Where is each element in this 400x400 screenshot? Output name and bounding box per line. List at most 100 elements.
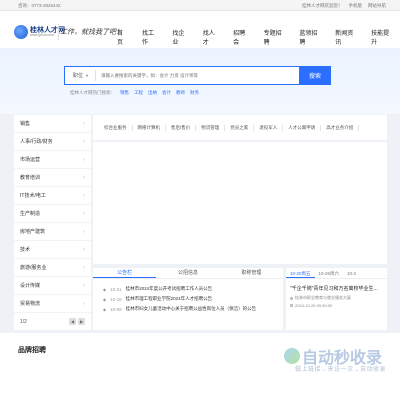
news-title[interactable]: 桂林市妇女儿童活动中心关于招聘公益性岗位人员（保洁）的公告 — [126, 306, 257, 312]
hot-link[interactable]: 出纳 — [148, 90, 157, 96]
chevron-right-icon: › — [83, 120, 85, 127]
chevron-right-icon: › — [83, 264, 85, 271]
category-sidebar: 销售 › 人事/行政/财务 › 市场运营 › 教育培训 › IT技术/电工 › 生产制造 ›… — [14, 115, 91, 330]
nav-item-news[interactable]: 新闻资讯 — [328, 23, 364, 51]
sidebar-item[interactable]: 生产制造 › — [14, 205, 91, 223]
news-panel: 公告栏 公招信息 职称管理 ◆ 10-21 桂林市2024年度公开考试招聘工作人… — [93, 268, 283, 330]
chevron-right-icon: › — [83, 210, 85, 217]
search-type-label: 职位 — [73, 73, 84, 79]
news-row[interactable]: ◆ 10-09 桂林市妇女儿童活动中心关于招聘公益性岗位人员（保洁）的公告 — [93, 304, 283, 314]
nav-item-bluecollar[interactable]: 蓝领招聘 — [292, 23, 328, 51]
mobile-link[interactable]: 手机版 — [349, 3, 363, 9]
tab-public-recruit[interactable]: 公招信息 — [156, 268, 219, 278]
nav-item-skills[interactable]: 技能提升 — [364, 23, 400, 51]
watermark-icon — [284, 348, 300, 364]
location-icon — [290, 296, 293, 300]
chevron-right-icon: › — [83, 282, 85, 289]
brand-title: 品牌招聘 — [18, 347, 46, 354]
category-link[interactable]: 退役军人 — [254, 124, 284, 131]
hot-link[interactable]: 销售 — [120, 90, 129, 96]
search-type-select[interactable]: 职位 ▼ — [65, 70, 96, 81]
sidebar-item[interactable]: 房地产建筑 › — [14, 223, 91, 241]
chevron-right-icon: › — [83, 156, 85, 163]
sidebar-item[interactable]: 旅游/服务业 › — [14, 259, 91, 277]
category-link[interactable]: 党员之家 — [225, 124, 255, 131]
chevron-right-icon: › — [83, 228, 85, 235]
logo-divider — [58, 24, 59, 40]
search-box: 职位 ▼ — [64, 66, 331, 85]
search-input[interactable] — [95, 67, 330, 84]
top-bar: 咨询：0773-2825442 桂林人才网欢迎您！ 手机版 网站导航 — [0, 0, 400, 11]
category-link[interactable]: 高才业务介绍 — [321, 124, 360, 131]
sidebar-item-label: 技术 — [20, 247, 31, 253]
category-link[interactable]: 网络计算机 — [133, 124, 166, 131]
category-link[interactable]: 物流管理 — [196, 124, 226, 131]
chevron-down-icon: ▼ — [85, 73, 89, 78]
news-date: 10-09 — [110, 306, 122, 312]
sidebar-item[interactable]: 技术 › — [14, 241, 91, 259]
hot-link[interactable]: 会计 — [162, 90, 171, 96]
chevron-right-icon[interactable]: ▶ — [78, 318, 85, 325]
chevron-right-icon: › — [83, 138, 85, 145]
nav-item-job-fair[interactable]: 招聘会 — [226, 23, 256, 51]
news-title[interactable]: 桂林市2024年度公开考试招聘工作人员公告 — [126, 286, 213, 292]
tab-date[interactable]: 10-20周五 — [286, 268, 315, 278]
clock-icon — [290, 304, 293, 307]
contact-phone: 咨询：0773-2825442 — [18, 3, 61, 8]
chevron-left-icon[interactable]: ◀ — [69, 318, 76, 325]
bullet-icon: ◆ — [103, 296, 107, 302]
hot-label: 桂林人才网热门搜索： — [70, 90, 115, 95]
main-nav: 首页 找工作 找企业 找人才 招聘会 专题招聘 蓝领招聘 新闻资讯 技能提升 — [110, 23, 400, 51]
category-link[interactable]: 综合业服务 — [99, 124, 133, 131]
logo-url: www.glrcw.com — [30, 33, 54, 37]
sidebar-item[interactable]: IT技术/电工 › — [14, 187, 91, 205]
nav-item-home[interactable]: 首页 — [110, 23, 135, 51]
search-button[interactable]: 搜索 — [299, 66, 331, 85]
sidebar-item[interactable]: 市场运营 › — [14, 151, 91, 169]
sidebar-item-label: 教育培训 — [20, 175, 41, 181]
hot-link[interactable]: 工程 — [134, 90, 143, 96]
banner-area[interactable] — [93, 142, 387, 264]
news-date: 10-21 — [110, 286, 122, 292]
bullet-icon: ◆ — [103, 306, 107, 312]
nav-item-find-talent[interactable]: 找人才 — [196, 23, 226, 51]
welcome-text: 桂林人才网欢迎您！ — [302, 3, 343, 8]
watermark-sub: 做上链接→来访一次→自动收录 — [295, 367, 387, 373]
sidebar-item[interactable]: 设计传媒 › — [14, 277, 91, 295]
news-row[interactable]: ◆ 10-21 桂林市2024年度公开考试招聘工作人员公告 — [93, 284, 283, 294]
tab-announcements[interactable]: 公告栏 — [93, 268, 157, 278]
sidebar-item-label: 市场运营 — [20, 157, 41, 163]
job-fair-title[interactable]: "千企千岗"青年见习和万名离校毕业生... — [286, 279, 387, 294]
sidebar-item-label: 旅游/服务业 — [20, 265, 47, 271]
job-fair-time: 2024-10-25 09:30:00 — [286, 302, 387, 309]
nav-item-find-company[interactable]: 找企业 — [165, 23, 195, 51]
news-title[interactable]: 桂林市理工程职业学院2024年人才招聘公告 — [126, 296, 213, 302]
news-row[interactable]: ◆ 10-18 桂林市理工程职业学院2024年人才招聘公告 — [93, 294, 283, 304]
hot-link[interactable]: 财务 — [190, 90, 199, 96]
category-link[interactable]: 售后/售价 — [166, 124, 197, 131]
chevron-right-icon: › — [83, 246, 85, 253]
sidebar-item[interactable]: 人事/行政/财务 › — [14, 133, 91, 151]
site-nav-link[interactable]: 网站导航 — [368, 3, 386, 9]
sidebar-item-label: 生产制造 — [20, 211, 41, 217]
hot-link[interactable]: 教师 — [176, 90, 185, 96]
sidebar-item-label: 房地产建筑 — [20, 229, 46, 235]
tab-date[interactable]: 10-2 — [343, 268, 360, 278]
top-links: 桂林人才网欢迎您！ 手机版 网站导航 — [302, 3, 386, 9]
tab-title-management[interactable]: 职称管理 — [220, 268, 283, 278]
sidebar-item[interactable]: 教育培训 › — [14, 169, 91, 187]
bullet-icon: ◆ — [103, 286, 107, 292]
tab-date[interactable]: 10-26周六 — [315, 268, 344, 278]
sidebar-item-label: 设计传媒 — [20, 283, 41, 289]
sidebar-item[interactable]: 销售 › — [14, 115, 91, 133]
category-link[interactable]: 人才公寓申请 — [283, 124, 322, 131]
page-indicator: 1/2 — [20, 318, 27, 325]
sidebar-item-label: 贸易物流 — [20, 301, 41, 307]
chevron-right-icon: › — [83, 192, 85, 199]
logo-icon[interactable] — [14, 25, 28, 39]
sidebar-item[interactable]: 贸易物流 › — [14, 295, 91, 313]
nav-item-find-job[interactable]: 找工作 — [135, 23, 165, 51]
hot-searches: 桂林人才网热门搜索： 销售 工程 出纳 会计 教师 财务 — [70, 90, 199, 96]
sidebar-pager: 1/2 ◀ ▶ — [14, 315, 91, 328]
nav-item-special[interactable]: 专题招聘 — [257, 23, 293, 51]
